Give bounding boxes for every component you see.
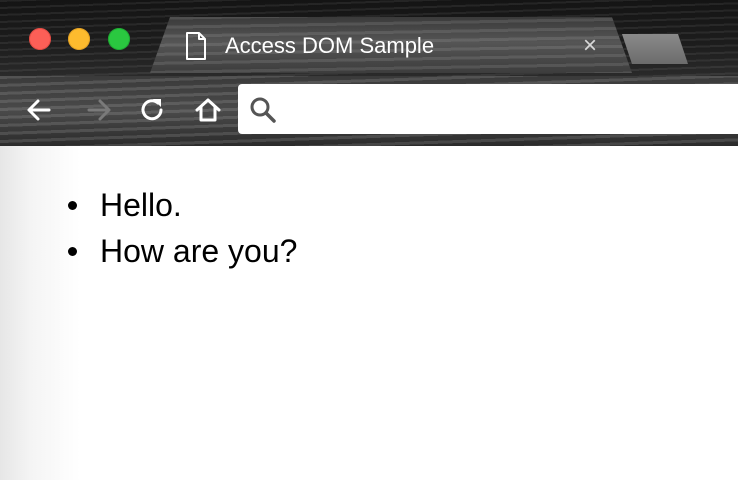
tab-title: Access DOM Sample (225, 33, 435, 58)
bullet-icon (68, 247, 77, 256)
window-minimize-button[interactable] (68, 28, 90, 50)
arrow-right-icon[interactable] (83, 94, 115, 126)
list-item: How are you? (66, 228, 297, 274)
arrow-left-icon[interactable] (23, 94, 55, 126)
bullet-icon (68, 201, 77, 210)
home-icon[interactable] (192, 94, 224, 126)
tab-close-icon[interactable]: × (578, 32, 602, 60)
reload-icon[interactable] (136, 94, 168, 126)
list-item: Hello. (66, 182, 297, 228)
document-icon (186, 32, 206, 60)
window-close-button[interactable] (29, 28, 51, 50)
search-icon (250, 97, 276, 123)
address-input[interactable] (285, 92, 735, 126)
list-item-text: Hello. (100, 187, 182, 223)
new-tab-button[interactable] (622, 34, 688, 64)
browser-window: Access DOM Sample × Hello. How are you? (0, 0, 738, 480)
list-item-text: How are you? (100, 233, 298, 269)
content-list: Hello. How are you? (66, 182, 297, 274)
window-maximize-button[interactable] (108, 28, 130, 50)
